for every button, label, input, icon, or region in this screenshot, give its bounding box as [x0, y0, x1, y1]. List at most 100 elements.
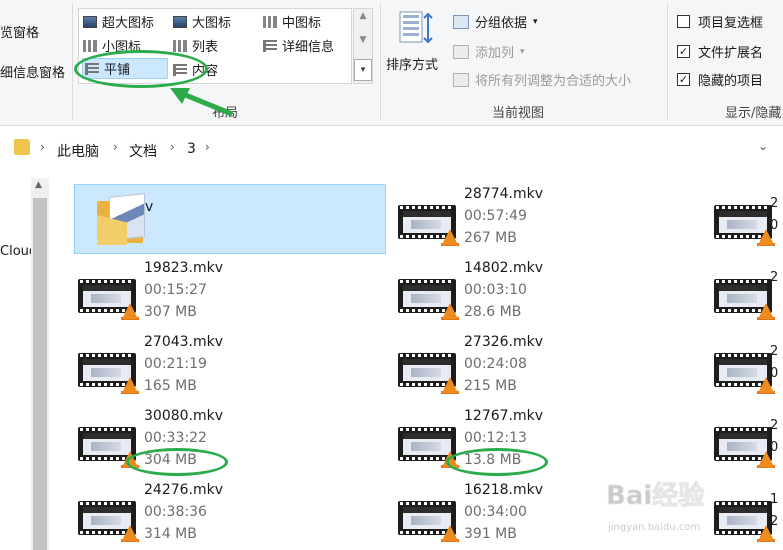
large-icons-button[interactable]: 大图标 — [173, 11, 231, 32]
file-name: 30080.mkv — [144, 408, 224, 424]
nav-scrollbar[interactable]: ▲ — [31, 178, 49, 550]
details-button[interactable]: 详细信息 — [263, 35, 334, 56]
vlc-icon — [442, 377, 458, 393]
video-thumbnail[interactable] — [714, 275, 775, 320]
video-tile[interactable]: 14802.mkv 00:03:10 28.6 MB — [372, 258, 684, 328]
chevron-down-icon: ▾ — [520, 46, 525, 57]
video-thumbnail[interactable] — [714, 349, 775, 394]
checkbox-unchecked[interactable] — [677, 15, 690, 28]
preview-pane-button[interactable]: 览窗格 — [0, 22, 39, 41]
ribbon-separator — [380, 4, 381, 120]
file-duration: 00:57:49 — [464, 208, 527, 224]
video-thumbnail — [398, 349, 459, 394]
file-name: 16218.mkv — [464, 482, 544, 498]
file-name: 12767.mkv — [464, 408, 544, 424]
folder-icon — [97, 193, 149, 247]
clipped-file-duration: 2 — [770, 514, 779, 529]
details-pane-button[interactable]: 细信息窗格 — [0, 62, 65, 81]
file-size: 215 MB — [464, 378, 517, 394]
gallery-expand-icon[interactable]: ▾ — [354, 59, 372, 81]
folder-icon — [14, 139, 30, 155]
video-thumbnail[interactable] — [714, 423, 775, 468]
file-name: 27043.mkv — [144, 334, 224, 350]
scroll-thumb[interactable] — [33, 198, 47, 550]
medium-icons-icon — [263, 15, 277, 28]
clipped-file-name: 2 — [770, 270, 779, 285]
chevron-right-icon[interactable]: › — [40, 140, 45, 154]
extra-large-icons-button[interactable]: 超大图标 — [83, 11, 154, 32]
vlc-icon — [122, 377, 138, 393]
small-icons-icon — [83, 39, 97, 52]
details-icon — [263, 39, 277, 52]
video-tile[interactable]: 27326.mkv 00:24:08 215 MB — [372, 332, 684, 402]
size-all-columns-button[interactable]: 将所有列调整为合适的大小 — [453, 70, 631, 89]
video-thumbnail — [398, 497, 459, 542]
file-duration: 00:34:00 — [464, 504, 527, 520]
group-by-button[interactable]: 分组依据 ▾ — [453, 12, 538, 31]
breadcrumb-this-pc[interactable]: 此电脑 — [57, 141, 99, 161]
current-view-group-label: 当前视图 — [492, 106, 545, 121]
file-duration: 00:21:19 — [144, 356, 207, 372]
vlc-icon — [122, 525, 138, 541]
file-name: 14802.mkv — [464, 260, 544, 276]
baidu-watermark: Bai经验 — [605, 481, 705, 512]
video-tile[interactable]: 24276.mkv 00:38:36 314 MB — [52, 480, 364, 550]
sort-by-icon[interactable] — [398, 10, 434, 46]
video-tile[interactable]: 19823.mkv 00:15:27 307 MB — [52, 258, 364, 328]
chevron-down-icon[interactable]: ⌄ — [758, 139, 768, 153]
checkmark-icon[interactable]: ✓ — [677, 45, 690, 58]
breadcrumb-documents[interactable]: 文档 — [129, 141, 157, 161]
video-tile[interactable]: 27043.mkv 00:21:19 165 MB — [52, 332, 364, 402]
layout-item-label: 中图标 — [282, 16, 322, 31]
chevron-right-icon[interactable]: › — [113, 140, 118, 154]
vlc-icon — [442, 229, 458, 245]
item-checkboxes-toggle[interactable]: 项目复选框 — [677, 12, 763, 31]
checkmark-icon[interactable]: ✓ — [677, 73, 690, 86]
layout-item-label: 大图标 — [192, 16, 232, 31]
scroll-up-icon[interactable]: ▲ — [35, 180, 42, 190]
breadcrumb-folder-3[interactable]: 3 — [187, 141, 196, 157]
video-thumbnail[interactable] — [714, 201, 775, 246]
video-tile[interactable]: 28774.mkv 00:57:49 267 MB — [372, 184, 684, 254]
video-thumbnail — [398, 201, 459, 246]
checkbox-label: 文件扩展名 — [698, 46, 764, 61]
clipped-file-name: 2 — [770, 344, 779, 359]
add-column-button[interactable]: 添加列 ▾ — [453, 42, 525, 61]
clipped-file-duration: 0 — [770, 218, 779, 233]
checkbox-label: 隐藏的项目 — [698, 74, 764, 89]
video-thumbnail — [78, 349, 139, 394]
vlc-icon — [442, 303, 458, 319]
vlc-icon — [122, 303, 138, 319]
file-duration: 00:03:10 — [464, 282, 527, 298]
group-by-label: 分组依据 — [475, 16, 528, 31]
sort-by-button[interactable]: 排序方式 — [386, 54, 438, 73]
clipped-file-duration: 0 — [770, 366, 779, 381]
address-bar[interactable]: › 此电脑 › 文档 › 3 › ⌄ — [0, 127, 783, 169]
file-name: 28774.mkv — [464, 186, 544, 202]
vlc-icon — [442, 525, 458, 541]
size-columns-icon — [453, 72, 469, 87]
vlc-icon — [758, 303, 774, 319]
chevron-right-icon[interactable]: › — [170, 140, 175, 154]
layout-item-label: 超大图标 — [102, 16, 155, 31]
checkbox-label: 项目复选框 — [698, 16, 764, 31]
file-size: 314 MB — [144, 526, 197, 542]
file-name: 24276.mkv — [144, 482, 224, 498]
file-duration: 00:15:27 — [144, 282, 207, 298]
file-size: 165 MB — [144, 378, 197, 394]
layout-item-label: 详细信息 — [282, 40, 335, 55]
file-size: 28.6 MB — [464, 304, 522, 320]
file-extensions-toggle[interactable]: ✓ 文件扩展名 — [677, 42, 763, 61]
file-name: 27326.mkv — [464, 334, 544, 350]
video-thumbnail[interactable] — [714, 497, 775, 542]
annotation-ellipse — [126, 448, 228, 476]
folder-tile[interactable]: v — [74, 184, 386, 254]
gallery-down-icon[interactable]: ▼ — [354, 35, 372, 45]
layout-gallery-scroll: ▲ ▼ ▾ — [353, 8, 373, 84]
chevron-right-icon[interactable]: › — [205, 140, 210, 154]
add-column-icon — [453, 44, 469, 59]
medium-icons-button[interactable]: 中图标 — [263, 11, 321, 32]
extra-large-icons-icon — [83, 15, 97, 28]
gallery-up-icon[interactable]: ▲ — [354, 11, 372, 21]
hidden-items-toggle[interactable]: ✓ 隐藏的项目 — [677, 70, 763, 89]
